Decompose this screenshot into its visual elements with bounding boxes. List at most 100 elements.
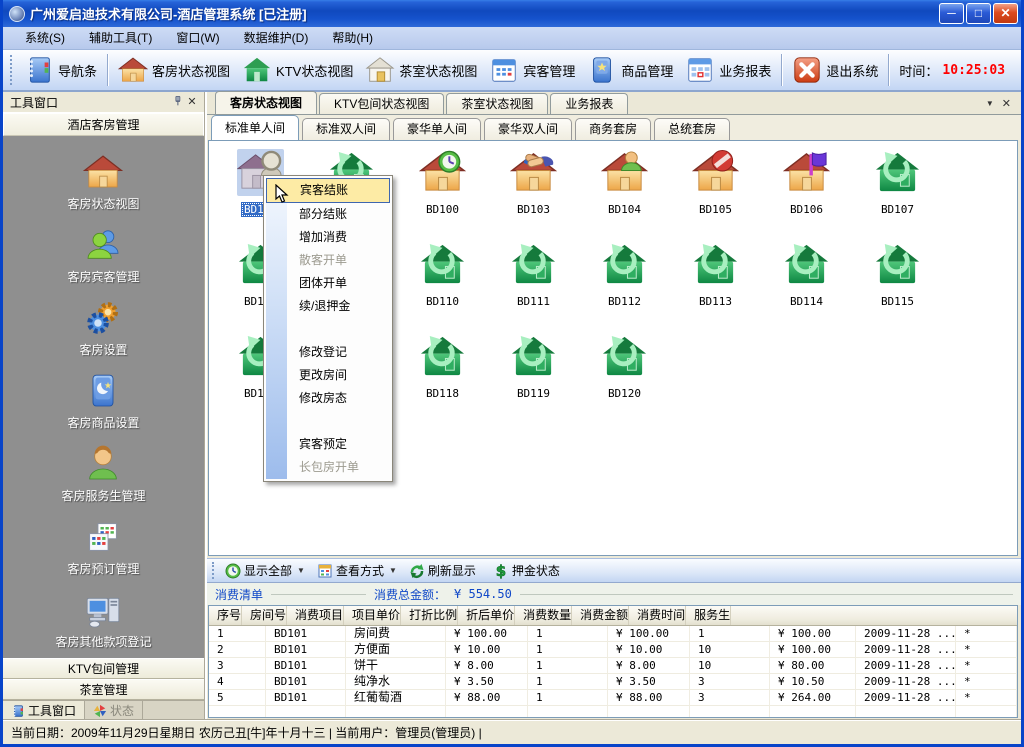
view-toolbar-grip[interactable] bbox=[212, 562, 216, 579]
context-menu-item[interactable]: 增加消费 bbox=[266, 226, 390, 249]
sidebar-item[interactable]: 客房商品设置 bbox=[67, 371, 139, 431]
tab-close-icon[interactable]: ✕ bbox=[1002, 97, 1011, 110]
toolbar-button[interactable]: KTV状态视图 bbox=[236, 52, 359, 88]
context-menu-item[interactable]: 部分结账 bbox=[266, 203, 390, 226]
sidebar-item[interactable]: 客房状态视图 bbox=[67, 152, 139, 212]
toolbar-button[interactable]: 茶室状态视图 bbox=[359, 52, 483, 88]
room-type-tab[interactable]: 标准单人间 bbox=[211, 115, 299, 140]
title-bar: 广州爱启迪技术有限公司-酒店管理系统 [已注册] ─ □ ✕ bbox=[3, 0, 1021, 27]
view-toolbar-button[interactable]: 查看方式 ▼ bbox=[311, 561, 403, 580]
toolbar-button[interactable]: 客房状态视图 bbox=[112, 52, 236, 88]
toolbar-button[interactable]: 宾客管理 bbox=[483, 52, 581, 88]
view-toolbar-button[interactable]: 押金状态 bbox=[487, 561, 571, 580]
sidebar-group-bar[interactable]: KTV包间管理 bbox=[3, 658, 204, 679]
document-tab[interactable]: KTV包间状态视图 bbox=[319, 93, 444, 114]
table-header-cell[interactable]: 消费金额 bbox=[572, 606, 629, 625]
navigator-icon bbox=[24, 55, 54, 85]
room-type-tab[interactable]: 商务套房 bbox=[575, 118, 651, 140]
context-menu-item[interactable]: 团体开单 bbox=[266, 272, 390, 295]
table-header-cell[interactable]: 房间号 bbox=[242, 606, 287, 625]
room-cell[interactable]: BD120 bbox=[579, 333, 670, 425]
table-row[interactable]: 1 BD101 房间费 ¥ 100.00 1 ¥ 100.00 1 ¥ 100.… bbox=[209, 626, 1017, 642]
table-header-cell[interactable]: 消费时间 bbox=[629, 606, 686, 625]
room-type-tab[interactable]: 豪华双人间 bbox=[484, 118, 572, 140]
sidebar-group-bar[interactable]: 茶室管理 bbox=[3, 679, 204, 700]
table-header-cell[interactable]: 折后单价 bbox=[458, 606, 515, 625]
toolbar-grip[interactable] bbox=[10, 55, 15, 85]
table-header-cell[interactable]: 序号 bbox=[209, 606, 242, 625]
table-header-cell[interactable]: 项目单价 bbox=[344, 606, 401, 625]
view-toolbar-button[interactable]: 显示全部 ▼ bbox=[219, 561, 311, 580]
sidebar-bottom-tab[interactable]: 状态 bbox=[85, 701, 143, 720]
room-cell[interactable]: BD114 bbox=[761, 241, 852, 333]
sidebar-item[interactable]: 客房预订管理 bbox=[67, 517, 139, 577]
room-type-tab[interactable]: 豪华单人间 bbox=[393, 118, 481, 140]
table-row[interactable]: 3 BD101 饼干 ¥ 8.00 1 ¥ 8.00 10 ¥ 80.00 20… bbox=[209, 658, 1017, 674]
room-cell[interactable]: BD115 bbox=[852, 241, 943, 333]
view-toolbar-icon bbox=[493, 563, 509, 579]
room-cell[interactable]: BD104 bbox=[579, 149, 670, 241]
room-cell[interactable]: BD110 bbox=[397, 241, 488, 333]
view-toolbar-label: 押金状态 bbox=[512, 562, 560, 579]
room-cell[interactable]: BD119 bbox=[488, 333, 579, 425]
context-menu-item[interactable]: 长包房开单 bbox=[266, 456, 390, 479]
table-row[interactable]: 5 BD101 红葡萄酒 ¥ 88.00 1 ¥ 88.00 3 ¥ 264.0… bbox=[209, 690, 1017, 706]
context-menu-item[interactable]: 散客开单 bbox=[266, 249, 390, 272]
close-button[interactable]: ✕ bbox=[993, 3, 1018, 24]
toolbar-button[interactable]: 商品管理 bbox=[581, 52, 679, 88]
document-tab[interactable]: 茶室状态视图 bbox=[446, 93, 548, 114]
view-toolbar-label: 查看方式 bbox=[336, 562, 384, 579]
context-menu-item[interactable] bbox=[266, 410, 390, 433]
table-row[interactable]: 4 BD101 纯净水 ¥ 3.50 1 ¥ 3.50 3 ¥ 10.50 20… bbox=[209, 674, 1017, 690]
pin-button[interactable] bbox=[168, 95, 184, 110]
room-cell[interactable]: BD106 bbox=[761, 149, 852, 241]
cell-unit-price: ¥ 10.00 bbox=[446, 642, 528, 658]
toolbar-nav-button[interactable]: 导航条 bbox=[18, 52, 103, 88]
room-cell[interactable]: BD112 bbox=[579, 241, 670, 333]
sidebar-item[interactable]: 客房其他款项登记 bbox=[55, 590, 151, 650]
tab-dropdown-icon[interactable]: ▼ bbox=[986, 99, 994, 108]
context-menu-item[interactable]: 续/退押金 bbox=[266, 295, 390, 318]
room-cell[interactable]: BD107 bbox=[852, 149, 943, 241]
context-menu-item[interactable]: 修改房态 bbox=[266, 387, 390, 410]
menu-item[interactable]: 窗口(W) bbox=[164, 27, 231, 49]
table-header-cell[interactable]: 消费数量 bbox=[515, 606, 572, 625]
cell-waiter: * bbox=[956, 658, 1017, 674]
maximize-button[interactable]: □ bbox=[966, 3, 991, 24]
table-header-cell[interactable]: 打折比例 bbox=[401, 606, 458, 625]
menu-item[interactable]: 系统(S) bbox=[13, 27, 77, 49]
menu-item[interactable]: 帮助(H) bbox=[320, 27, 385, 49]
room-type-tab[interactable]: 总统套房 bbox=[654, 118, 730, 140]
context-menu-item[interactable]: 修改登记 bbox=[266, 341, 390, 364]
toolbar-button[interactable]: 业务报表 bbox=[679, 52, 777, 88]
sidebar-tab-icon bbox=[93, 704, 107, 718]
context-menu-item[interactable] bbox=[266, 318, 390, 341]
sidebar-item[interactable]: 客房设置 bbox=[79, 298, 127, 358]
table-header-cell[interactable]: 服务生 bbox=[686, 606, 731, 625]
room-cell[interactable]: BD100 bbox=[397, 149, 488, 241]
sidebar-item[interactable]: 客房宾客管理 bbox=[67, 225, 139, 285]
room-cell[interactable]: BD103 bbox=[488, 149, 579, 241]
room-type-tab[interactable]: 标准双人间 bbox=[302, 118, 390, 140]
cell-qty: 10 bbox=[690, 658, 770, 674]
document-tab[interactable]: 业务报表 bbox=[550, 93, 628, 114]
room-cell[interactable]: BD111 bbox=[488, 241, 579, 333]
room-cell[interactable]: BD113 bbox=[670, 241, 761, 333]
context-menu-item[interactable]: 更改房间 bbox=[266, 364, 390, 387]
sidebar-bottom-tab[interactable]: 工具窗口 bbox=[3, 701, 85, 720]
exit-system-button[interactable]: 退出系统 bbox=[786, 52, 884, 88]
menu-item[interactable]: 数据维护(D) bbox=[232, 27, 321, 49]
table-row[interactable]: 2 BD101 方便面 ¥ 10.00 1 ¥ 10.00 10 ¥ 100.0… bbox=[209, 642, 1017, 658]
view-toolbar-button[interactable]: 刷新显示 bbox=[403, 561, 487, 580]
table-header-cell[interactable]: 消费项目 bbox=[287, 606, 344, 625]
sidebar-item[interactable]: 客房服务生管理 bbox=[61, 444, 145, 504]
panel-close-button[interactable]: ✕ bbox=[184, 95, 200, 110]
room-cell[interactable]: BD118 bbox=[397, 333, 488, 425]
document-tab[interactable]: 客房状态视图 bbox=[215, 91, 317, 114]
cell-discount: 1 bbox=[528, 674, 608, 690]
status-bar: 当前日期：2009年11月29日星期日 农历己丑[牛]年十月十三 | 当前用户：… bbox=[3, 720, 1021, 744]
minimize-button[interactable]: ─ bbox=[939, 3, 964, 24]
room-cell[interactable]: BD105 bbox=[670, 149, 761, 241]
menu-item[interactable]: 辅助工具(T) bbox=[77, 27, 164, 49]
context-menu-item[interactable]: 宾客预定 bbox=[266, 433, 390, 456]
